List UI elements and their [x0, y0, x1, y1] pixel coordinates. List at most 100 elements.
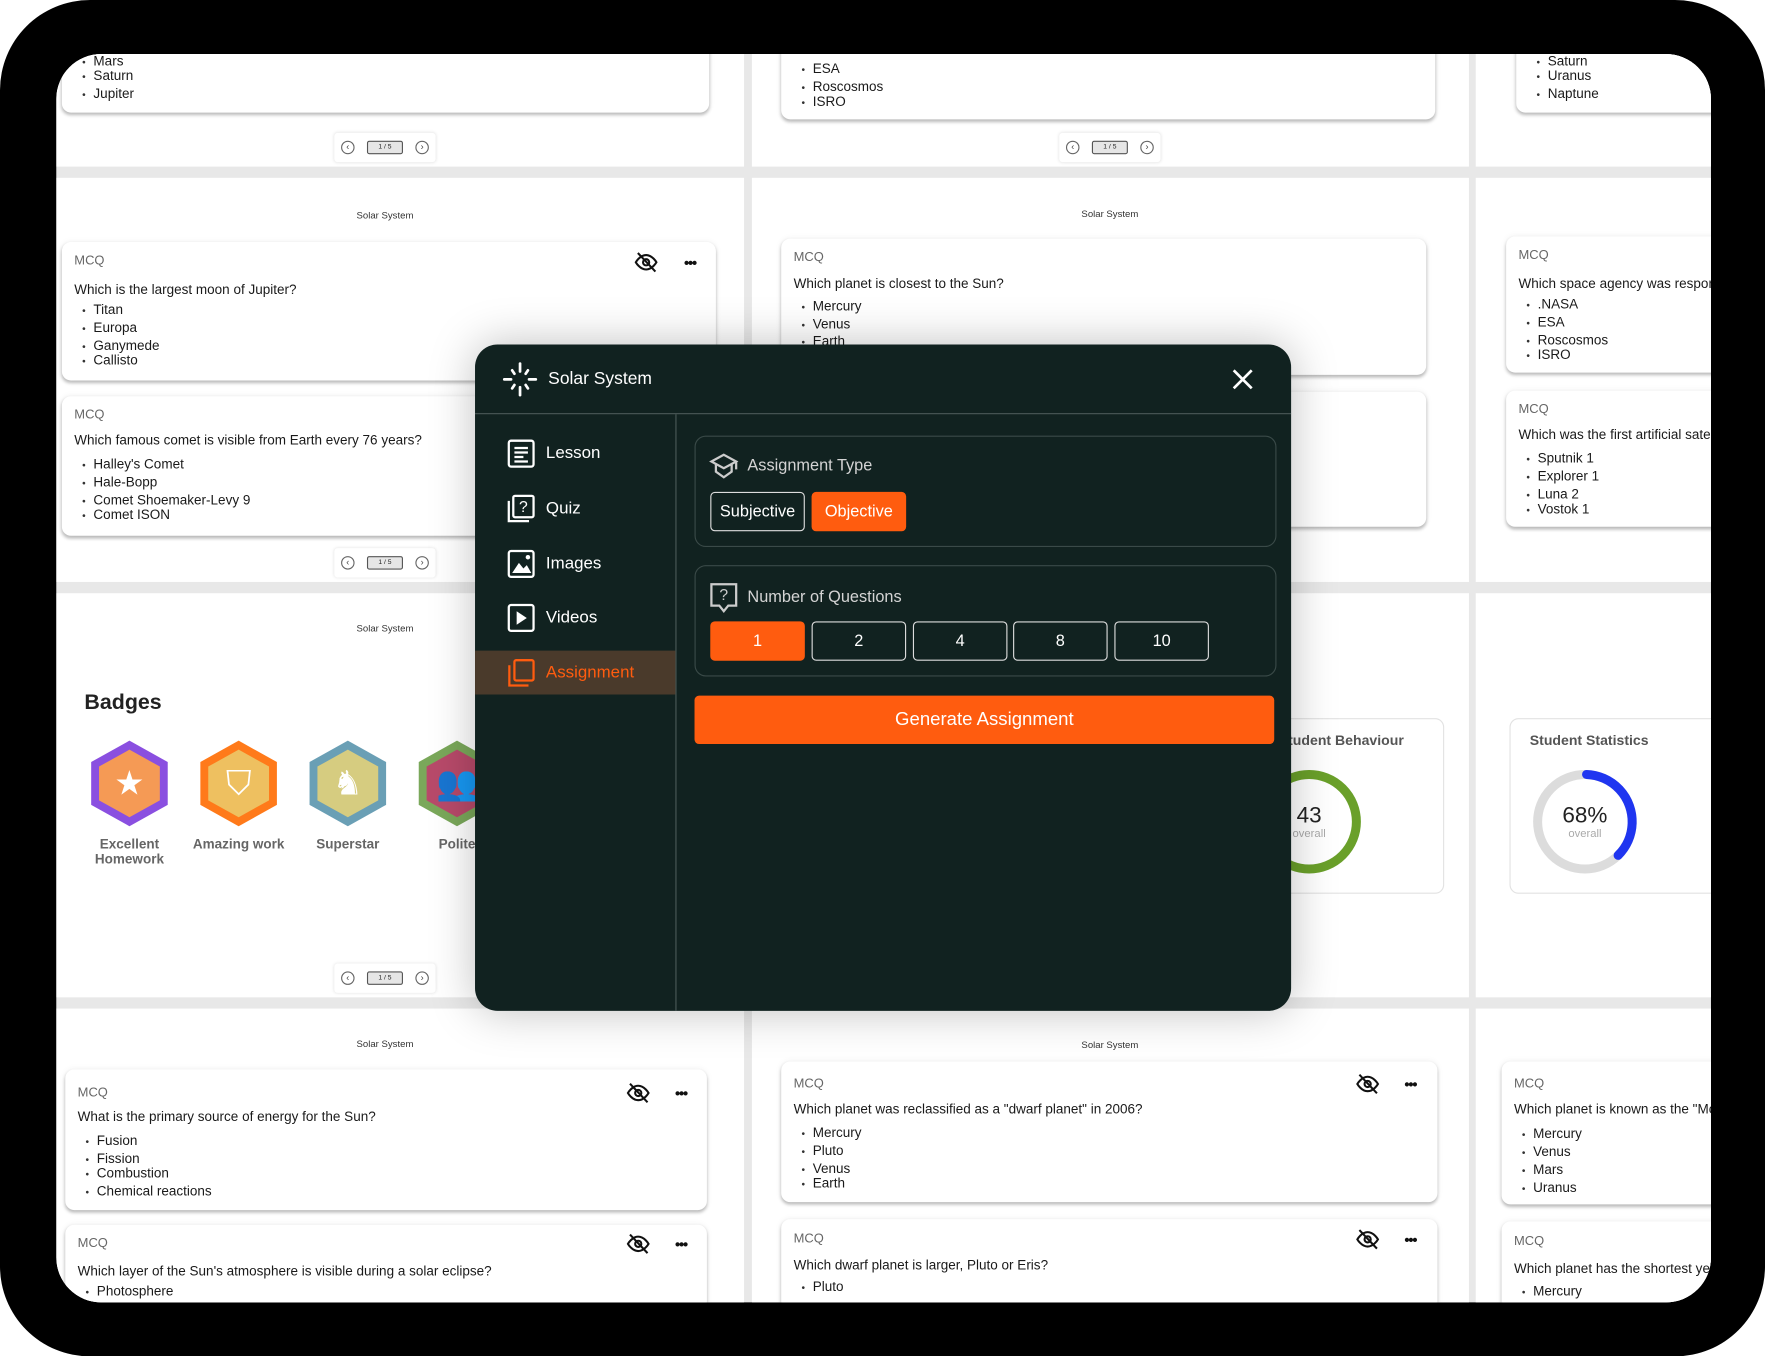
svg-text:★: ★ [114, 764, 144, 803]
questions-option-2[interactable]: 2 [811, 621, 907, 661]
question-card[interactable] [781, 1061, 1438, 1203]
chevron-left-icon[interactable]: ‹ [341, 140, 355, 155]
pager: ‹ 1 / 5 › [1059, 132, 1161, 163]
option-item: Sputnik 1 [1526, 449, 1594, 467]
badge-name: Amazing work [192, 836, 285, 853]
option-item: Venus [801, 315, 851, 333]
horse-icon: ♞ [309, 740, 387, 827]
objective-button[interactable]: Objective [811, 491, 907, 532]
chevron-left-icon[interactable]: ‹ [341, 971, 355, 985]
option-item: Mercury [801, 1123, 862, 1141]
badge-name: Excellent Homework [94, 836, 164, 867]
question-text: Which is the largest moon of Jupiter? [74, 281, 297, 298]
svg-text:♞: ♞ [333, 764, 363, 803]
question-type: MCQ [74, 408, 105, 423]
option-item: Europa [82, 319, 137, 337]
question-type: MCQ [793, 251, 824, 265]
panel-label: Solar System [356, 1037, 414, 1050]
panel-label: Solar System [1081, 1038, 1139, 1051]
more-options-icon[interactable]: ••• [1398, 1227, 1423, 1252]
badge-item[interactable]: ★ Excellent Homework [79, 738, 180, 866]
question-text: Which dwarf planet is larger, Pluto or E… [793, 1257, 1049, 1274]
nav-images[interactable]: Images [475, 541, 675, 585]
option-item: Pluto [801, 1141, 844, 1159]
panel-label: Solar System [356, 622, 414, 634]
question-type: MCQ [77, 1237, 108, 1251]
question-text: Which was the first artificial sate [1518, 426, 1711, 443]
nav-quiz[interactable]: ? Quiz [475, 486, 675, 530]
nav-lesson[interactable]: Lesson [475, 431, 675, 475]
card-title: Student Statistics [1529, 732, 1649, 749]
shield-star-icon: ⛉ [200, 740, 277, 827]
nav-label: Images [545, 553, 602, 573]
modal-header: Solar System [475, 344, 1292, 415]
nav-label: Lesson [545, 443, 601, 463]
assignment-modal: Solar System Lesson ? Quiz Images Videos… [475, 344, 1292, 1011]
option-item: Mercury [1522, 1282, 1582, 1300]
modal-sidebar: Lesson ? Quiz Images Videos Assignment [475, 414, 677, 1011]
more-options-icon[interactable]: ••• [669, 1081, 694, 1106]
option-item: Vostok 1 [1526, 500, 1590, 518]
option-item: ISRO [801, 92, 846, 110]
value: 68% [1562, 803, 1608, 828]
modal-title: Solar System [548, 369, 652, 389]
badge-item[interactable]: ⛉ Amazing work [188, 738, 289, 852]
eye-slash-icon[interactable] [634, 250, 659, 275]
option-item: ESA [1526, 313, 1565, 331]
badge-name: Superstar [316, 836, 380, 853]
question-type: MCQ [793, 1232, 824, 1247]
subjective-button[interactable]: Subjective [710, 491, 805, 532]
questions-option-4[interactable]: 4 [912, 621, 1008, 661]
chevron-right-icon[interactable]: › [415, 140, 429, 155]
eye-slash-icon[interactable] [1355, 1227, 1380, 1252]
option-item: Chemical reactions [86, 1182, 212, 1200]
option-item: Combustion [86, 1164, 169, 1182]
option-item: Explorer 1 [1526, 467, 1600, 485]
eye-slash-icon[interactable] [626, 1231, 651, 1256]
generate-assignment-button[interactable]: Generate Assignment [694, 695, 1275, 745]
chevron-right-icon[interactable]: › [415, 556, 429, 570]
questions-option-8[interactable]: 8 [1013, 621, 1108, 661]
nav-label: Assignment [545, 663, 635, 683]
star-icon: ★ [91, 740, 168, 827]
option-item: ISRO [1526, 346, 1571, 364]
chevron-left-icon[interactable]: ‹ [341, 556, 355, 570]
nav-assignment[interactable]: Assignment [475, 650, 676, 695]
nav-videos[interactable]: Videos [475, 595, 675, 639]
pager: ‹ 1 / 5 › [334, 548, 436, 578]
option-item: Pluto [801, 1278, 844, 1296]
more-options-icon[interactable]: ••• [669, 1231, 694, 1256]
close-icon[interactable] [1229, 366, 1256, 393]
chevron-right-icon[interactable]: › [415, 971, 429, 985]
question-text: Which layer of the Sun's atmosphere is v… [77, 1262, 492, 1279]
eye-slash-icon[interactable] [1355, 1072, 1380, 1097]
sparkle-icon [502, 362, 538, 397]
option-item: Jupiter [82, 84, 134, 102]
chevron-right-icon[interactable]: › [1140, 140, 1154, 155]
panel-label: Solar System [1081, 208, 1139, 220]
eye-slash-icon[interactable] [626, 1081, 651, 1106]
question-bubble-icon: ? [710, 583, 738, 614]
badge-item[interactable]: ♞ Superstar [297, 738, 398, 852]
questions-option-10[interactable]: 10 [1114, 621, 1209, 661]
question-card[interactable] [61, 54, 710, 113]
question-type: MCQ [77, 1086, 108, 1100]
option-item: Fusion [86, 1131, 138, 1149]
pager: ‹ 1 / 5 › [334, 132, 436, 163]
question-text: Which planet is known as the "Mo [1513, 1100, 1711, 1117]
option-item: Hale-Bopp [82, 473, 157, 491]
questions-option-1[interactable]: 1 [710, 621, 805, 661]
svg-text:⛉: ⛉ [226, 764, 251, 803]
question-text: Which planet is closest to the Sun? [793, 275, 1004, 292]
sub-label: overall [1568, 827, 1602, 841]
more-options-icon[interactable]: ••• [678, 250, 703, 275]
chevron-left-icon[interactable]: ‹ [1065, 140, 1080, 155]
more-options-icon[interactable]: ••• [1398, 1072, 1423, 1097]
option-item: Earth [801, 1174, 845, 1192]
option-item: Saturn [82, 66, 133, 84]
question-type: MCQ [1513, 1234, 1545, 1249]
question-text: Which space agency was respon [1518, 275, 1711, 292]
option-item: .NASA [1526, 295, 1579, 313]
option-item: Mercury [1522, 1125, 1582, 1143]
option-item: Comet ISON [82, 505, 170, 523]
